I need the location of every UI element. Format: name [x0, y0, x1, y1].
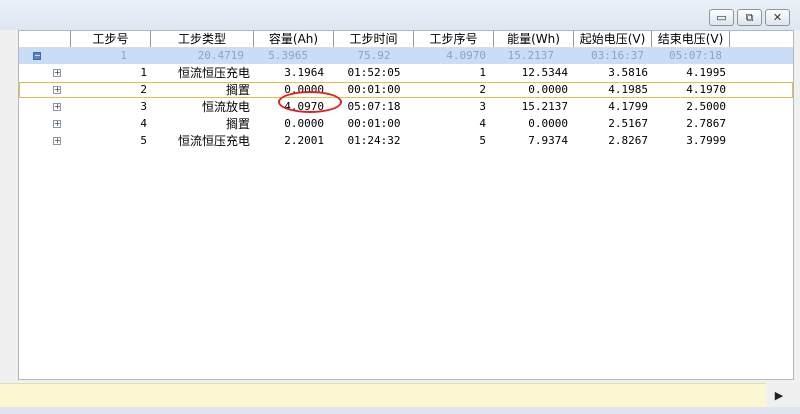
summary-step-time: 75.92 [357, 49, 391, 62]
expand-icon[interactable]: + [53, 137, 61, 145]
cell-start-voltage: 4.1985 [608, 83, 648, 96]
expand-icon[interactable]: + [53, 120, 61, 128]
cell-step-type: 恒流恒压充电 [177, 66, 250, 80]
cell-capacity: 3.1964 [284, 66, 324, 79]
step-grid: 工步号 工步类型 容量(Ah) 工步时间 工步序号 能量(Wh) 起始电压(V)… [18, 30, 794, 380]
cell-end-voltage: 4.1995 [686, 66, 726, 79]
close-button[interactable]: ✕ [765, 9, 790, 26]
cell-step-seq: 3 [479, 100, 486, 113]
status-bar [0, 383, 766, 408]
scroll-right-button[interactable]: ▶ [766, 383, 792, 407]
cell-energy: 15.2137 [521, 100, 568, 113]
window-controls: ▭ ⧉ ✕ [709, 9, 790, 26]
column-header-energy[interactable]: 能量(Wh) [494, 31, 574, 47]
restore-icon: ⧉ [745, 11, 754, 24]
summary-row[interactable]: − 1 20.4719 5.3965 75.92 4.0970 15.2137 … [19, 48, 793, 64]
summary-start-voltage: 03:16:37 [591, 49, 644, 62]
table-row[interactable]: + 4 搁置 0.0000 00:01:00 4 0.0000 2.5167 2… [19, 116, 793, 132]
cell-capacity: 4.0970 [284, 100, 324, 113]
cell-capacity: 0.0000 [284, 83, 324, 96]
cell-energy: 0.0000 [528, 117, 568, 130]
cell-step-seq: 2 [479, 83, 486, 96]
table-row[interactable]: + 1 恒流恒压充电 3.1964 01:52:05 1 12.5344 3.5… [19, 65, 793, 81]
cell-step-seq: 1 [479, 66, 486, 79]
minimize-button[interactable]: ▭ [709, 9, 734, 26]
cell-step-type: 恒流放电 [201, 100, 250, 114]
arrow-right-icon: ▶ [774, 388, 784, 402]
summary-step-type: 20.4719 [197, 49, 244, 62]
cell-step-no: 1 [140, 66, 147, 79]
cell-capacity: 2.2001 [284, 134, 324, 147]
cell-step-no: 5 [140, 134, 147, 147]
expand-icon[interactable]: + [53, 86, 61, 94]
cell-step-type: 恒流恒压充电 [177, 134, 250, 148]
grid-header: 工步号 工步类型 容量(Ah) 工步时间 工步序号 能量(Wh) 起始电压(V)… [19, 31, 793, 48]
cell-step-no: 3 [140, 100, 147, 113]
summary-end-voltage: 05:07:18 [669, 49, 722, 62]
cell-step-time: 01:52:05 [347, 66, 401, 79]
cell-step-no: 2 [140, 83, 147, 96]
minimize-icon: ▭ [716, 11, 727, 24]
cell-end-voltage: 2.7867 [686, 117, 726, 130]
close-icon: ✕ [772, 11, 783, 24]
column-header-step-seq[interactable]: 工步序号 [414, 31, 494, 47]
summary-energy: 15.2137 [507, 49, 554, 62]
summary-step-no: 1 [120, 49, 127, 62]
cell-start-voltage: 4.1799 [608, 100, 648, 113]
window-bottom-edge [0, 407, 800, 414]
column-header-step-no[interactable]: 工步号 [71, 31, 151, 47]
column-header-end-voltage[interactable]: 结束电压(V) [652, 31, 730, 47]
table-row[interactable]: + 3 恒流放电 4.0970 05:07:18 3 15.2137 4.179… [19, 99, 793, 115]
column-header-step-type[interactable]: 工步类型 [151, 31, 254, 47]
cell-step-no: 4 [140, 117, 147, 130]
cell-energy: 12.5344 [521, 66, 568, 79]
cell-end-voltage: 3.7999 [686, 134, 726, 147]
column-header-start-voltage[interactable]: 起始电压(V) [574, 31, 652, 47]
cell-capacity: 0.0000 [284, 117, 324, 130]
cell-step-type: 搁置 [225, 117, 250, 131]
cell-start-voltage: 3.5816 [608, 66, 648, 79]
collapse-icon[interactable]: − [33, 52, 41, 60]
expand-icon[interactable]: + [53, 103, 61, 111]
window-titlebar: ▭ ⧉ ✕ [0, 0, 800, 30]
column-header-capacity[interactable]: 容量(Ah) [254, 31, 334, 47]
summary-capacity: 5.3965 [268, 49, 308, 62]
cell-step-seq: 5 [479, 134, 486, 147]
cell-step-time: 00:01:00 [347, 83, 401, 96]
cell-step-time: 05:07:18 [347, 100, 401, 113]
summary-step-seq: 4.0970 [446, 49, 486, 62]
column-header-step-time[interactable]: 工步时间 [334, 31, 414, 47]
cell-step-type: 搁置 [225, 83, 250, 97]
cell-end-voltage: 4.1970 [686, 83, 726, 96]
restore-button[interactable]: ⧉ [737, 9, 762, 26]
table-row[interactable]: + 5 恒流恒压充电 2.2001 01:24:32 5 7.9374 2.82… [19, 133, 793, 149]
cell-start-voltage: 2.5167 [608, 117, 648, 130]
table-row[interactable]: + 2 搁置 0.0000 00:01:00 2 0.0000 4.1985 4… [19, 82, 793, 98]
expand-icon[interactable]: + [53, 69, 61, 77]
cell-start-voltage: 2.8267 [608, 134, 648, 147]
cell-step-time: 01:24:32 [347, 134, 401, 147]
cell-energy: 7.9374 [528, 134, 568, 147]
cell-step-seq: 4 [479, 117, 486, 130]
cell-end-voltage: 2.5000 [686, 100, 726, 113]
cell-energy: 0.0000 [528, 83, 568, 96]
cell-step-time: 00:01:00 [347, 117, 401, 130]
header-spacer [19, 31, 71, 47]
